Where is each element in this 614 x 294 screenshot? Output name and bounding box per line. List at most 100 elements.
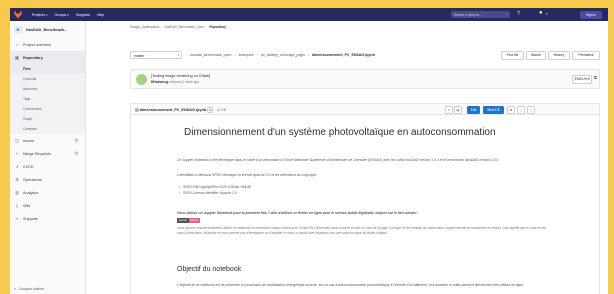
chart-icon: ▥ bbox=[15, 190, 19, 195]
main-content: Design_Optimization › NosDAD_Benchmark_Ope… bbox=[87, 21, 608, 294]
launch-binder-badge[interactable]: launch binder bbox=[177, 218, 200, 223]
gitlab-logo-icon[interactable] bbox=[14, 10, 22, 19]
breadcrumb-current[interactable]: Repository bbox=[209, 25, 226, 29]
breadcrumb-separator: › bbox=[206, 25, 208, 29]
nav-projects-label: Projects bbox=[32, 12, 45, 17]
commit-meta: DHooberug authored 1 week ago bbox=[151, 80, 199, 84]
sidebar-item-label: Repository bbox=[23, 55, 43, 60]
objective-paragraph: L'objectif de ce notebook est de présent… bbox=[177, 283, 525, 287]
chevron-down-icon[interactable]: ▾ bbox=[546, 12, 548, 16]
sidebar-item-cicd[interactable]: ➚ CI/CD bbox=[10, 160, 85, 173]
nav-projects[interactable]: Projects▾ bbox=[32, 13, 48, 17]
history-button[interactable]: History bbox=[548, 51, 570, 60]
sidebar-sub-branches[interactable]: Branches bbox=[10, 84, 85, 94]
sidebar-item-wiki[interactable]: ▯ Wiki bbox=[10, 199, 85, 212]
breadcrumb-project[interactable]: NosDAD_Benchmark_Open bbox=[164, 25, 204, 29]
file-path: nosdad_benchmark_open / examples / pv_batter… bbox=[190, 53, 375, 57]
sidebar-sub-commits[interactable]: Commits bbox=[10, 74, 85, 84]
sidebar-item-snippets[interactable]: ✂ Snippets bbox=[10, 212, 85, 225]
path-segment[interactable]: pv_battery_coverage_pvgis bbox=[261, 53, 305, 57]
sidebar-sub-contributors[interactable]: Contributors bbox=[10, 104, 85, 114]
list-item: SPDX-License-Identifier: Apache-2.0 bbox=[179, 191, 237, 195]
last-commit-box: [Testing image rendering on Gitlab] DHoo… bbox=[130, 69, 600, 89]
file-title: ▤ dimensionnement_PV_ENSAG.ipynb ⧉ 67 KB bbox=[135, 107, 226, 113]
help-icon[interactable]: ? bbox=[517, 11, 520, 17]
branch-selector[interactable]: master ▾ bbox=[130, 51, 182, 59]
first-time-line: Vous utilisez un Jupyter Notebook pour l… bbox=[177, 211, 419, 215]
avatar bbox=[136, 74, 147, 85]
sidebar-item-label: Analytics bbox=[23, 190, 39, 195]
nav-help[interactable]: Help bbox=[97, 13, 104, 17]
blame-button[interactable]: Blame bbox=[526, 51, 546, 60]
path-file: dimensionnement_PV_ENSAG.ipynb bbox=[311, 52, 375, 57]
list-item: SPDX-FileCopyrightText 2020 G2Elab / MAG… bbox=[179, 185, 251, 189]
binder-badge-right: binder bbox=[188, 218, 200, 223]
sidebar-item-label: Project overview bbox=[23, 42, 51, 47]
sidebar-sub-compare[interactable]: Compare bbox=[10, 124, 85, 134]
search-placeholder: Search or jump to... bbox=[454, 12, 482, 17]
nav-groups[interactable]: Groups▾ bbox=[55, 13, 69, 17]
path-segment[interactable]: examples bbox=[239, 53, 254, 57]
commit-title[interactable]: [Testing image rendering on Gitlab] bbox=[151, 74, 210, 78]
sidebar-sub-graph[interactable]: Graph bbox=[10, 114, 85, 124]
nav-groups-label: Groups bbox=[54, 12, 67, 17]
sidebar-project-header[interactable]: N NosDAD_Benchmark... bbox=[10, 21, 85, 38]
breadcrumb-group[interactable]: Design_Optimization bbox=[130, 25, 159, 29]
path-separator: / bbox=[307, 52, 309, 57]
chevron-down-icon: ▾ bbox=[45, 12, 48, 17]
project-name: NosDAD_Benchmark... bbox=[26, 27, 68, 32]
sidebar-item-label: Merge Requests bbox=[23, 151, 51, 156]
sidebar-sub-files[interactable]: Files bbox=[10, 64, 85, 74]
question-circle-icon[interactable]: ● bbox=[539, 10, 543, 16]
binder-badge-left: launch bbox=[177, 218, 189, 223]
chevron-down-icon: ▾ bbox=[177, 53, 179, 57]
sidebar-item-repository[interactable]: ▤ Repository bbox=[10, 51, 85, 64]
raw-file-icon[interactable]: ▢ bbox=[517, 105, 525, 114]
commit-time: authored 1 week ago bbox=[169, 80, 200, 84]
nav-snippets[interactable]: Snippets bbox=[76, 13, 90, 17]
scissors-icon: ✂ bbox=[15, 216, 19, 221]
double-chevron-left-icon: « bbox=[14, 287, 16, 291]
issues-count-badge: 0 bbox=[74, 138, 79, 143]
notebook-content: Dimensionnement d'un système photovoltaï… bbox=[130, 115, 600, 294]
copy-contents-icon[interactable]: ⧉ bbox=[507, 105, 515, 114]
commit-sha[interactable]: 35a2c9c9 bbox=[572, 75, 592, 84]
document-view-icon[interactable]: ▤ bbox=[454, 105, 462, 114]
sidebar-item-overview[interactable]: ⌂ Project overview bbox=[10, 38, 85, 51]
rocket-icon: ➚ bbox=[15, 164, 19, 169]
sidebar: N NosDAD_Benchmark... ⌂ Project overview… bbox=[10, 21, 86, 294]
search-input[interactable]: Search or jump to... ⌕ bbox=[451, 11, 510, 18]
collapse-sidebar-button[interactable]: « Collapse sidebar bbox=[14, 284, 44, 294]
file-name: dimensionnement_PV_ENSAG.ipynb bbox=[139, 108, 207, 112]
home-icon: ⌂ bbox=[15, 42, 19, 47]
code-view-icon[interactable]: ‹› bbox=[445, 105, 453, 114]
permalink-button[interactable]: Permalink bbox=[572, 51, 600, 60]
edit-button[interactable]: Edit bbox=[467, 105, 480, 114]
find-file-button[interactable]: Find file bbox=[501, 51, 524, 60]
sidebar-item-operations[interactable]: ⚙ Operations bbox=[10, 173, 85, 186]
path-separator: / bbox=[234, 52, 236, 57]
breadcrumb: Design_Optimization › NosDAD_Benchmark_Ope… bbox=[130, 25, 226, 29]
sign-in-button[interactable]: Sign in bbox=[580, 10, 602, 19]
sidebar-item-analytics[interactable]: ▥ Analytics bbox=[10, 186, 85, 199]
download-icon[interactable]: ⤓ bbox=[527, 105, 535, 114]
notebook-title: Dimensionnement d'un système photovoltaï… bbox=[184, 127, 496, 138]
copy-icon[interactable]: ⧉ bbox=[594, 75, 597, 80]
chevron-down-icon: ▾ bbox=[67, 12, 69, 17]
sidebar-item-label: Wiki bbox=[23, 203, 31, 208]
sidebar-item-merge-requests[interactable]: ⑂ Merge Requests 0 bbox=[10, 147, 85, 160]
repository-group: ▤ Repository Files Commits Branches Tags… bbox=[10, 51, 85, 134]
top-navbar: Projects▾ Groups▾ Snippets Help Search o… bbox=[10, 8, 608, 21]
browser-frame: Projects▾ Groups▾ Snippets Help Search o… bbox=[10, 8, 608, 294]
issues-icon: ◫ bbox=[15, 138, 19, 143]
sidebar-item-label: CI/CD bbox=[23, 164, 34, 169]
section-title: Objectif du notebook bbox=[177, 266, 242, 273]
breadcrumb-separator: › bbox=[161, 25, 163, 29]
commit-author[interactable]: DHooberug bbox=[151, 80, 168, 84]
web-ide-button[interactable]: Web IDE bbox=[483, 105, 504, 114]
sidebar-item-issues[interactable]: ◫ Issues 0 bbox=[10, 134, 85, 147]
copy-path-icon[interactable]: ⧉ bbox=[207, 107, 214, 113]
sidebar-sub-tags[interactable]: Tags bbox=[10, 94, 85, 104]
collapse-label: Collapse sidebar bbox=[18, 287, 45, 291]
path-segment[interactable]: nosdad_benchmark_open bbox=[190, 53, 232, 57]
